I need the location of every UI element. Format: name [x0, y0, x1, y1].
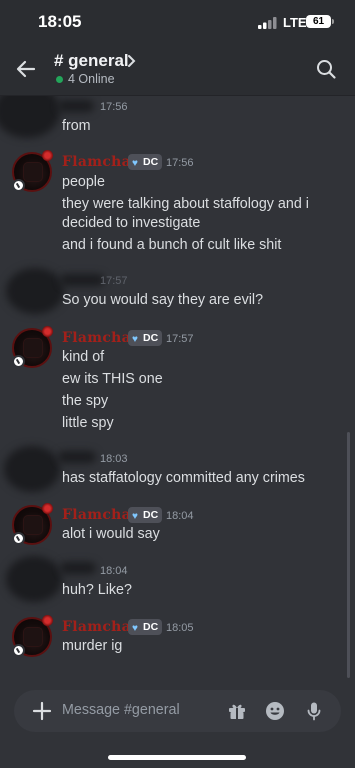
message-input[interactable]: Message #general [14, 690, 341, 732]
message-text: and i found a bunch of cult like shit [62, 237, 282, 253]
search-icon[interactable] [315, 58, 337, 80]
chevron-right-icon[interactable] [127, 54, 137, 68]
message-text: alot i would say [62, 526, 160, 542]
status-icon [12, 532, 25, 545]
channel-header: # general 4 Online [0, 44, 355, 96]
redacted-avatar [6, 556, 62, 602]
plus-icon[interactable] [30, 699, 54, 723]
redacted-avatar [6, 268, 64, 314]
message-text: the spy [62, 393, 109, 409]
message-list[interactable]: 17:56 from Flamchat ♥ DC 17:56 people the… [0, 96, 355, 682]
redacted-username [60, 562, 96, 574]
message-timestamp: 18:05 [166, 622, 194, 634]
redacted-avatar [4, 446, 60, 492]
heart-icon: ♥ [132, 623, 138, 634]
server-tag-label: DC [143, 156, 159, 168]
server-tag-label: DC [143, 509, 159, 521]
emoji-icon[interactable] [264, 700, 286, 722]
message-timestamp: 17:57 [166, 333, 194, 345]
message-text: huh? Like? [62, 582, 132, 598]
arrow-left-icon[interactable] [14, 57, 38, 81]
avatar[interactable] [12, 615, 53, 657]
message-text: people [62, 174, 105, 190]
message-text: from [62, 118, 91, 134]
network-label: LTE [283, 15, 307, 30]
message-text: has staffatology committed any crimes [62, 470, 305, 486]
author-name[interactable]: Flamchat [62, 154, 138, 170]
status-icon [12, 644, 25, 657]
message-text: murder ig [62, 638, 123, 654]
status-icon [12, 179, 25, 192]
server-tag[interactable]: ♥ DC [128, 507, 162, 523]
message-timestamp: 17:56 [100, 101, 128, 113]
author-name[interactable]: Flamchat [62, 619, 138, 635]
server-tag-label: DC [143, 621, 159, 633]
gift-icon[interactable] [226, 700, 248, 722]
message-timestamp: 17:57 [100, 275, 128, 287]
online-indicator [56, 76, 63, 83]
signal-icon [258, 17, 277, 29]
server-tag[interactable]: ♥ DC [128, 154, 162, 170]
message-placeholder: Message #general [62, 702, 180, 718]
heart-icon: ♥ [132, 511, 138, 522]
message-text: kind of [62, 349, 105, 365]
redacted-username [60, 274, 104, 286]
message-text: they were talking about staffology and i [62, 196, 309, 212]
online-count: 4 Online [68, 72, 115, 86]
home-indicator[interactable] [108, 755, 246, 760]
server-tag[interactable]: ♥ DC [128, 619, 162, 635]
message-timestamp: 18:04 [166, 510, 194, 522]
status-time: 18:05 [38, 12, 82, 31]
author-name[interactable]: Flamchat [62, 330, 138, 346]
scrollbar[interactable] [347, 432, 350, 678]
redacted-username [58, 100, 94, 112]
author-name[interactable]: Flamchat [62, 507, 138, 523]
composer: Message #general [0, 682, 355, 768]
heart-icon: ♥ [132, 158, 138, 169]
heart-icon: ♥ [132, 334, 138, 345]
status-bar: 18:05 LTE 61 [0, 0, 355, 44]
battery-icon: 61 [306, 15, 334, 28]
avatar[interactable] [12, 326, 53, 368]
microphone-icon[interactable] [303, 700, 325, 722]
message-text: little spy [62, 415, 114, 431]
redacted-username [58, 451, 96, 463]
channel-title[interactable]: # general [54, 51, 129, 71]
message-text: ew its THIS one [62, 371, 163, 387]
server-tag-label: DC [143, 332, 159, 344]
status-icon [12, 355, 25, 368]
avatar[interactable] [12, 150, 53, 192]
redacted-avatar [0, 96, 60, 138]
message-text: So you would say they are evil? [62, 292, 264, 308]
message-text: decided to investigate [62, 215, 201, 231]
message-timestamp: 17:56 [166, 157, 194, 169]
server-tag[interactable]: ♥ DC [128, 330, 162, 346]
avatar[interactable] [12, 503, 53, 545]
message-timestamp: 18:04 [100, 565, 128, 577]
message-timestamp: 18:03 [100, 453, 128, 465]
